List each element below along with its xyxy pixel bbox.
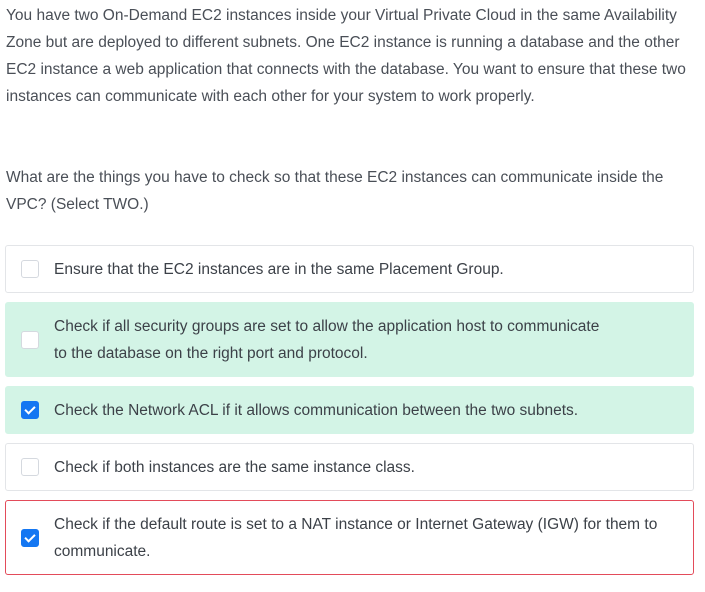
answer-option-1[interactable]: Ensure that the EC2 instances are in the… <box>5 245 694 293</box>
checkbox[interactable] <box>21 330 39 349</box>
option-label: Check if all security groups are set to … <box>54 317 600 362</box>
question-prompt: What are the things you have to check so… <box>6 169 664 213</box>
answer-option-3[interactable]: Check the Network ACL if it allows commu… <box>5 386 694 434</box>
checkbox-checked[interactable] <box>21 528 39 547</box>
checkbox[interactable] <box>21 458 39 476</box>
answer-option-5[interactable]: Check if the default route is set to a N… <box>5 500 694 575</box>
checkbox[interactable] <box>21 260 39 278</box>
checkbox-checked[interactable] <box>21 401 39 419</box>
answer-option-4[interactable]: Check if both instances are the same ins… <box>5 443 694 491</box>
option-label: Ensure that the EC2 instances are in the… <box>54 260 504 278</box>
answer-option-2[interactable]: Check if all security groups are set to … <box>5 302 694 377</box>
option-label: Check the Network ACL if it allows commu… <box>54 401 579 419</box>
option-label: Check if the default route is set to a N… <box>54 515 658 560</box>
question-text: You have two On-Demand EC2 instances ins… <box>6 7 686 105</box>
option-label: Check if both instances are the same ins… <box>54 458 415 476</box>
